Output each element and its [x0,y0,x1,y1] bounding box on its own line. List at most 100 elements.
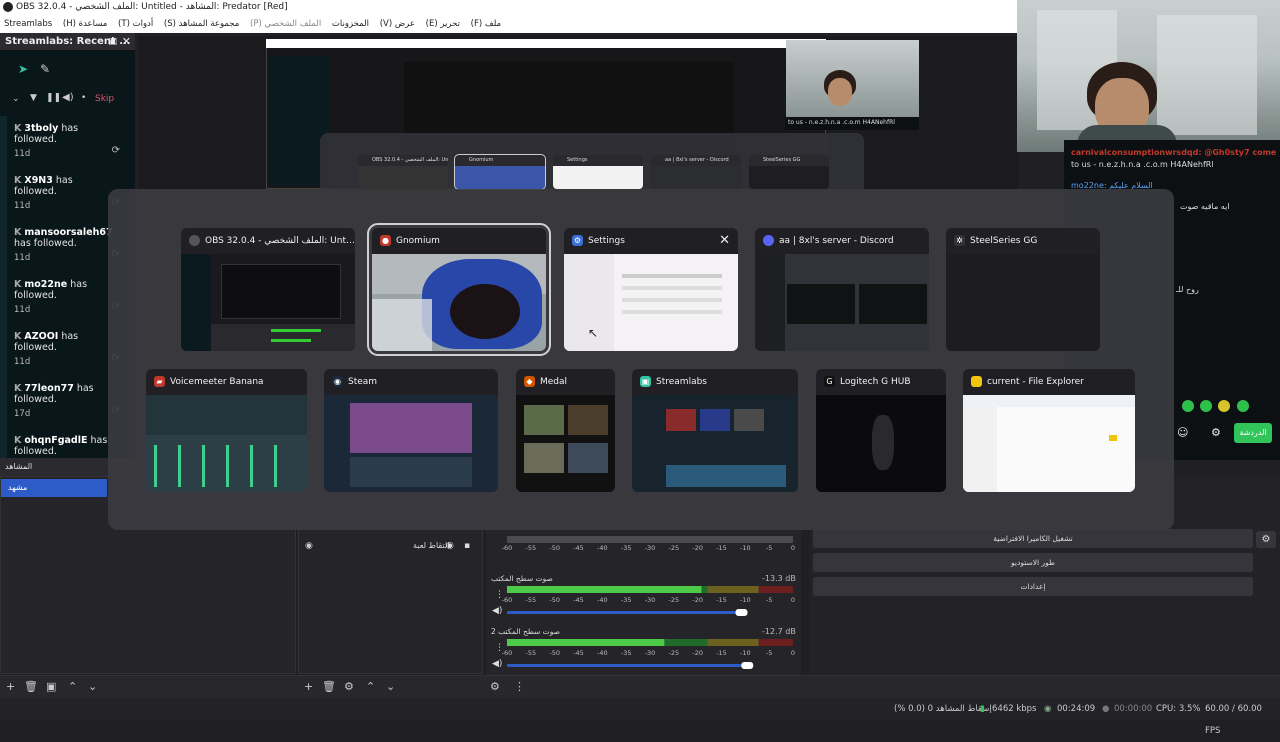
card-title: Medal [540,377,568,387]
menu-edit[interactable]: تحرير (E) [426,15,460,33]
emote-icon[interactable] [1237,400,1249,412]
move-up-icon[interactable]: ⌃ [366,680,375,693]
switcher-card-settings[interactable]: ⚙ Settings ✕ ↖ [564,228,738,351]
paper-plane-icon[interactable]: ➤ [18,62,28,76]
chevron-down-icon[interactable]: ⌄ [12,94,20,104]
switcher-card-voicemeeter[interactable]: ▰ Voicemeeter Banana [146,369,307,492]
switcher-card-gnomium[interactable]: ● Gnomium [367,223,551,356]
mixer-advanced-icon[interactable]: ⚙ [490,680,500,693]
event-scroll-track[interactable] [0,116,7,458]
visibility-eye-icon[interactable]: ◉ [446,541,454,551]
switcher-card-discord[interactable]: aa | 8xl's server - Discord [755,228,929,351]
virtual-camera-settings-icon[interactable]: ⚙ [1256,531,1276,548]
chat-line: روح للـ [1176,285,1199,294]
meter-zone-red [758,586,793,593]
start-virtual-camera-button[interactable]: تشغيل الكاميرا الافتراضية [813,529,1253,548]
nested-webcam [786,40,919,117]
skip-alert-button[interactable]: Skip [95,94,114,104]
switcher-card-medal[interactable]: ◆ Medal [516,369,615,492]
window-thumbnail: ↖ [564,254,738,351]
nested-chat-line: to us - n.e.z.h.n.a .c.o.m H4ANehfRl [785,116,919,130]
studio-mode-button[interactable]: طور الاستوديو [813,553,1253,572]
meter-scale-label: -40 [597,596,608,604]
pause-icon[interactable]: ❚❚ [46,93,61,103]
chat-line: to us - n.e.z.h.n.a .c.o.m H4ANehfRl [1071,160,1214,169]
add-source-icon[interactable]: + [304,680,313,693]
kick-icon: K [14,331,22,342]
menu-view[interactable]: عرض (V) [380,15,415,33]
source-type-icon: ◉ [305,541,313,551]
kebab-menu-icon[interactable]: ⋮ [495,590,504,600]
menu-file[interactable]: ملف (F) [471,15,501,33]
filter-icon[interactable]: ▼ [30,93,37,103]
meter-scale-label: -40 [597,649,608,657]
emote-icon[interactable] [1182,400,1194,412]
kebab-menu-icon[interactable]: ⋮ [495,643,504,653]
switcher-card-obs[interactable]: OBS 32.0.4 - الملف الشخصي: Untitled -... [181,228,355,351]
card-title: current - File Explorer [987,377,1084,387]
scene-filters-icon[interactable]: ▣ [46,680,56,693]
event-item: KohqnFgadlE has followed. [14,435,108,457]
menu-scene-collection[interactable]: مجموعة المشاهد (S) [164,15,239,33]
replay-icon[interactable]: ⟳ [112,145,120,156]
volume-icon[interactable]: ◀) [62,92,74,103]
close-icon[interactable]: ✕ [122,33,131,51]
window-thumbnail [755,254,929,351]
switcher-card-steam[interactable]: ◉ Steam [324,369,498,492]
switcher-card-steelseries[interactable]: ✲ SteelSeries GG [946,228,1100,351]
emote-icon[interactable] [1218,400,1230,412]
chat-settings-icon[interactable]: ⚙ [1211,426,1221,439]
meter-scale-label: -5 [766,596,772,604]
remove-scene-icon[interactable]: 🗑 [24,680,38,693]
chat-send-button[interactable]: الدردشة [1234,423,1272,443]
meter-scale-label: -55 [526,649,537,657]
emote-icon[interactable] [1200,400,1212,412]
source-item[interactable]: التقاط لعبة [413,541,450,550]
volume-fader-knob [741,662,754,669]
move-down-icon[interactable]: ⌄ [386,680,395,693]
menu-docks[interactable]: المخزونات [332,15,369,33]
megaphone-icon[interactable]: ✎ [40,62,50,76]
volume-fader-track [507,664,748,667]
undock-icon[interactable]: ▣ [108,33,117,51]
volume-icon[interactable]: ◀) [492,659,502,669]
switcher-card-logitech[interactable]: G Logitech G HUB [816,369,946,492]
window-thumbnail [181,254,355,351]
card-title: Gnomium [396,236,440,246]
add-scene-icon[interactable]: + [6,680,15,693]
chat-line: carnivalconsumptionwrsdqd: @Gh0sty7 come [1071,148,1277,157]
menu-help[interactable]: مساعدة (H) [63,15,107,33]
meter-scale-label: -10 [740,649,751,657]
scene-item[interactable]: مشهد [1,479,107,497]
switcher-card-streamlabs[interactable]: ▣ Streamlabs [632,369,798,492]
emoji-picker-icon[interactable]: ☺ [1177,426,1188,439]
cabinet-shape [1157,15,1257,135]
lock-icon[interactable]: ▪ [464,541,470,551]
kebab-menu-icon[interactable]: ⋮ [514,680,525,693]
dropped-frames: إسقاط المشاهد 0 (0.0 %) [894,704,992,714]
source-properties-icon[interactable]: ⚙ [344,680,354,693]
move-up-icon[interactable]: ⌃ [68,680,77,693]
dock-toolbars [0,675,1280,698]
menu-profile[interactable]: الملف الشخصي (P) [250,15,321,33]
meter-scale-label: -25 [669,596,680,604]
card-title: OBS 32.0.4 - الملف الشخصي: Untitled -... [205,236,355,246]
settings-button[interactable]: إعدادات [813,577,1253,596]
meter-scale-label: -20 [692,649,703,657]
meter-scale-label: -35 [621,544,632,552]
switcher-card-file-explorer[interactable]: current - File Explorer [963,369,1135,492]
card-title: Logitech G HUB [840,377,911,387]
menu-streamlabs[interactable]: Streamlabs [4,15,52,33]
nested-switcher-card: Gnomium [454,154,546,190]
nested-titlebar [266,39,826,48]
meter-scale-label: -15 [716,544,727,552]
meter-scale-label: -10 [740,544,751,552]
close-icon[interactable]: ✕ [719,233,730,248]
volume-icon[interactable]: ◀) [492,606,502,616]
menu-tools[interactable]: أدوات (T) [118,15,153,33]
meter-scale-label: -30 [645,649,656,657]
cpu-usage: CPU: 3.5% [1156,704,1201,714]
remove-source-icon[interactable]: 🗑 [322,680,336,693]
move-down-icon[interactable]: ⌄ [88,680,97,693]
kick-icon: K [14,227,22,238]
